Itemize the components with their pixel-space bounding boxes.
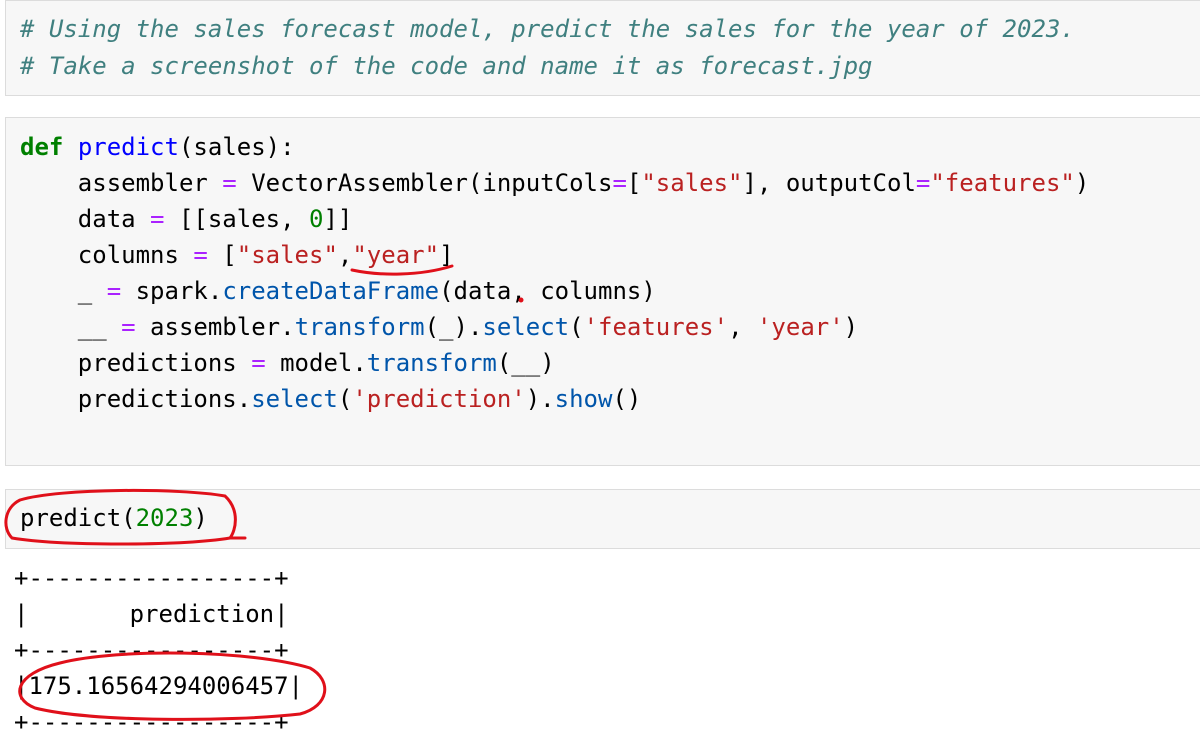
code-token: [ bbox=[626, 169, 642, 197]
code-token: (_). bbox=[424, 313, 483, 341]
string-literal: 'prediction' bbox=[352, 385, 526, 413]
code-cell-predict-call[interactable]: predict(2023) bbox=[5, 489, 1200, 549]
code-line-3: data = [[sales, 0]] bbox=[20, 201, 353, 237]
call-function: predict( bbox=[20, 504, 136, 532]
string-literal: "year" bbox=[352, 241, 440, 269]
string-literal: 'year' bbox=[756, 313, 844, 341]
number-literal: 0 bbox=[309, 205, 324, 233]
code-token: ). bbox=[525, 385, 555, 413]
string-literal: 'features' bbox=[583, 313, 729, 341]
operator: = bbox=[222, 169, 237, 197]
call-argument: 2023 bbox=[135, 504, 194, 532]
method-name: select bbox=[251, 385, 338, 413]
method-name: transform bbox=[366, 349, 497, 377]
string-literal: "sales" bbox=[641, 169, 743, 197]
code-token: ( bbox=[569, 313, 584, 341]
code-token: () bbox=[612, 385, 642, 413]
code-token: VectorAssembler(inputCols bbox=[236, 169, 613, 197]
code-token: __ bbox=[20, 313, 122, 341]
method-name: transform bbox=[294, 313, 425, 341]
output-border-bottom: +-----------------+ bbox=[14, 708, 289, 736]
output-border-top: +-----------------+ bbox=[14, 564, 289, 592]
string-literal: "sales" bbox=[236, 241, 338, 269]
code-cell-predict-def[interactable]: def predict(sales): assembler = VectorAs… bbox=[5, 117, 1200, 466]
comment-line-1: # Using the sales forecast model, predic… bbox=[20, 15, 1075, 43]
code-token: columns bbox=[20, 241, 194, 269]
code-token: model. bbox=[265, 349, 367, 377]
method-name: select bbox=[482, 313, 570, 341]
method-name: createDataFrame bbox=[222, 277, 440, 305]
code-line-2: assembler = VectorAssembler(inputCols=["… bbox=[20, 165, 1090, 201]
code-token: (data, columns) bbox=[439, 277, 656, 305]
call-close: ) bbox=[193, 504, 208, 532]
output-header: | prediction| bbox=[14, 600, 289, 628]
code-token: predictions bbox=[20, 349, 252, 377]
string-literal: "features" bbox=[930, 169, 1075, 197]
code-token: ) bbox=[843, 313, 859, 341]
output-value-row: |175.16564294006457| bbox=[14, 672, 303, 700]
code-token: ] bbox=[439, 241, 454, 269]
operator: = bbox=[106, 277, 122, 305]
code-line-7: predictions = model.transform(__) bbox=[20, 345, 555, 381]
code-token: [[sales, bbox=[164, 205, 309, 233]
code-token: predictions. bbox=[20, 385, 252, 413]
code-token: , bbox=[337, 241, 353, 269]
code-token: data bbox=[20, 205, 151, 233]
method-name: show bbox=[554, 385, 613, 413]
operator: = bbox=[915, 169, 931, 197]
code-line-8: predictions.select('prediction').show() bbox=[20, 381, 642, 417]
code-token: ) bbox=[1074, 169, 1090, 197]
code-token: assembler bbox=[20, 169, 223, 197]
call-line: predict(2023) bbox=[20, 500, 208, 536]
comment-line-2: # Take a screenshot of the code and name… bbox=[20, 52, 873, 80]
code-line-6: __ = assembler.transform(_).select('feat… bbox=[20, 309, 858, 345]
code-token: spark. bbox=[121, 277, 223, 305]
operator: = bbox=[121, 313, 136, 341]
def-params: (sales): bbox=[178, 133, 295, 161]
code-token: , bbox=[728, 313, 757, 341]
operator: = bbox=[150, 205, 165, 233]
markdown-comment-cell[interactable]: # Using the sales forecast model, predic… bbox=[5, 0, 1200, 96]
operator: = bbox=[193, 241, 208, 269]
function-name: predict bbox=[77, 133, 179, 161]
operator: = bbox=[612, 169, 627, 197]
code-token: [ bbox=[207, 241, 237, 269]
code-token: ( bbox=[337, 385, 353, 413]
operator: = bbox=[251, 349, 266, 377]
code-line-1: def predict(sales): bbox=[20, 129, 295, 165]
def-keyword: def bbox=[20, 133, 64, 161]
code-token: ]] bbox=[323, 205, 353, 233]
code-token: (__) bbox=[496, 349, 555, 377]
code-line-4: columns = ["sales","year"] bbox=[20, 237, 454, 273]
code-line-5: _ = spark.createDataFrame(data, columns) bbox=[20, 273, 656, 309]
code-token: ], outputCol bbox=[742, 169, 916, 197]
code-token: _ bbox=[20, 277, 107, 305]
output-border-mid: +-----------------+ bbox=[14, 636, 289, 664]
code-token: assembler. bbox=[135, 313, 295, 341]
